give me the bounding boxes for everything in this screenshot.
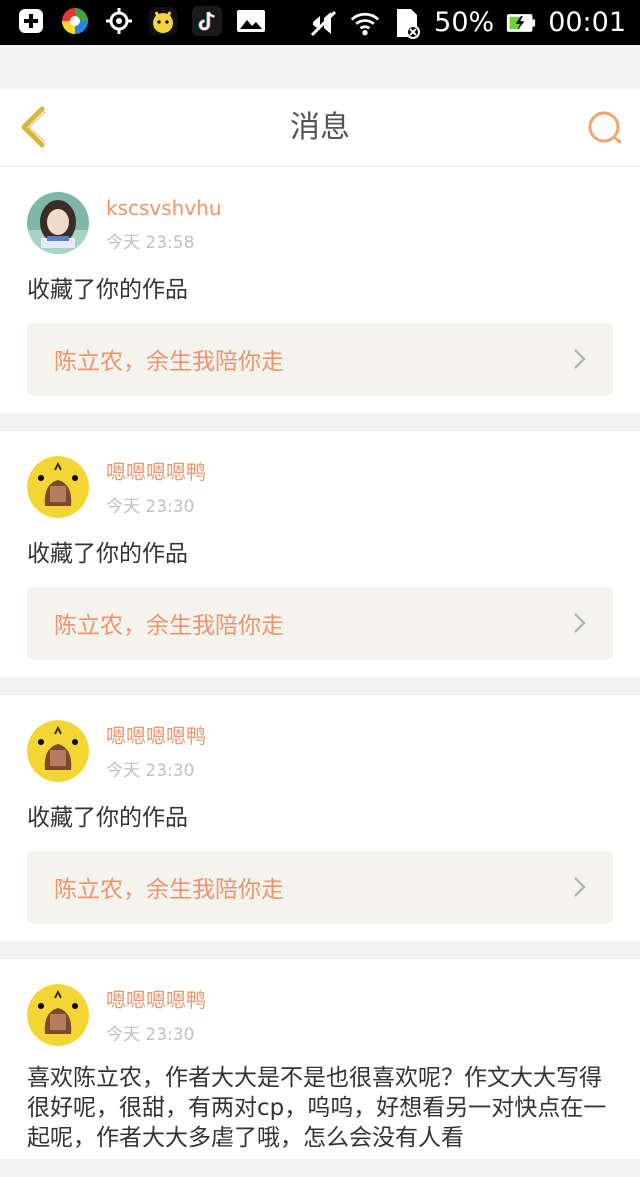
timestamp: 今天 23:30 xyxy=(106,1024,195,1045)
username[interactable]: kscsvshvhu xyxy=(106,194,222,222)
avatar[interactable] xyxy=(27,192,89,254)
username[interactable]: 嗯嗯嗯嗯鸭 xyxy=(106,986,206,1014)
avatar[interactable] xyxy=(27,456,89,518)
sim-card-icon xyxy=(392,8,422,39)
color-wheel-icon xyxy=(60,6,90,36)
tiktok-icon xyxy=(192,6,222,36)
notification-card: 嗯嗯嗯嗯鸭 今天 23:30 收藏了你的作品 陈立农，余生我陪你走 xyxy=(0,695,640,941)
message-list: kscsvshvhu 今天 23:58 收藏了你的作品 陈立农，余生我陪你走 嗯… xyxy=(0,167,640,1177)
avatar[interactable] xyxy=(27,720,89,782)
plus-square-icon xyxy=(16,6,46,36)
chevron-right-icon xyxy=(574,877,586,897)
timestamp: 今天 23:30 xyxy=(106,760,195,781)
search-icon xyxy=(588,111,622,144)
top-navigation-bar: 消息 xyxy=(0,89,640,167)
notification-card: 嗯嗯嗯嗯鸭 今天 23:30 收藏了你的作品 陈立农，余生我陪你走 xyxy=(0,431,640,677)
work-title: 陈立农，余生我陪你走 xyxy=(54,877,284,903)
work-title: 陈立农，余生我陪你走 xyxy=(54,613,284,639)
work-link[interactable]: 陈立农，余生我陪你走 xyxy=(27,587,613,659)
work-link[interactable]: 陈立农，余生我陪你走 xyxy=(27,851,613,923)
notification-card: 嗯嗯嗯嗯鸭 今天 23:30 喜欢陈立农，作者大大是不是也很喜欢呢？作文大大写得… xyxy=(0,959,640,1159)
chevron-right-icon xyxy=(574,613,586,633)
username[interactable]: 嗯嗯嗯嗯鸭 xyxy=(106,722,206,750)
image-icon xyxy=(236,6,266,36)
notification-text: 收藏了你的作品 xyxy=(27,541,188,567)
status-bar: 50% 00:01 xyxy=(0,0,640,45)
search-button[interactable] xyxy=(586,109,626,149)
work-link[interactable]: 陈立农，余生我陪你走 xyxy=(27,323,613,395)
comment-text: 喜欢陈立农，作者大大是不是也很喜欢呢？作文大大写得很好呢，很甜，有两对cp，呜呜… xyxy=(27,1065,607,1151)
notification-text: 收藏了你的作品 xyxy=(27,805,188,831)
avatar[interactable] xyxy=(27,984,89,1046)
wifi-icon xyxy=(350,8,380,38)
mute-icon xyxy=(308,8,338,38)
username[interactable]: 嗯嗯嗯嗯鸭 xyxy=(106,458,206,486)
notification-text: 收藏了你的作品 xyxy=(27,277,188,303)
notification-card: kscsvshvhu 今天 23:58 收藏了你的作品 陈立农，余生我陪你走 xyxy=(0,167,640,413)
battery-charging-icon xyxy=(506,8,536,38)
crosshair-icon xyxy=(104,6,134,36)
battery-percent: 50% xyxy=(434,7,495,38)
work-title: 陈立农，余生我陪你走 xyxy=(54,349,284,375)
pikachu-app-icon xyxy=(148,6,178,36)
clock: 00:01 xyxy=(548,7,626,38)
page-title: 消息 xyxy=(290,110,350,145)
status-spacer xyxy=(0,45,640,89)
timestamp: 今天 23:58 xyxy=(106,232,195,253)
chevron-right-icon xyxy=(574,349,586,369)
timestamp: 今天 23:30 xyxy=(106,496,195,517)
